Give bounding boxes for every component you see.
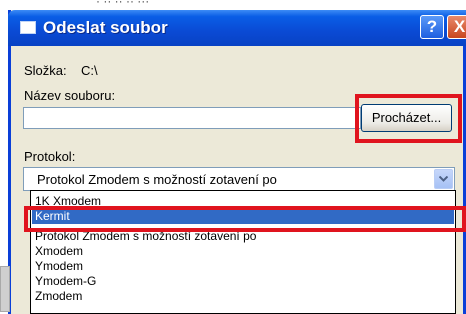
dropdown-option-ymodem-g[interactable]: Ymodem-G [35,274,96,288]
protocol-label: Protokol: [24,149,76,164]
help-button[interactable]: ? [420,15,444,39]
file-name-label: Název souboru: [24,88,116,103]
screenshot: · ·· ·· ·· ··· Odeslat soubor ? X Složka… [0,0,466,314]
kermit-highlight-annotation [24,206,466,232]
chevron-down-icon[interactable] [434,169,453,189]
file-name-input[interactable] [23,107,361,129]
window-icon [20,21,36,34]
close-button[interactable]: X [447,15,466,39]
protocol-selected-value: Protokol Zmodem s možností zotavení po [37,172,277,187]
dialog-title: Odeslat soubor [43,18,168,37]
background-window-text: · ·· ·· ·· ··· [96,0,150,8]
folder-value: C:\ [81,63,98,78]
dropdown-option-xmodem[interactable]: Xmodem [35,244,83,258]
browse-button[interactable]: Procházet... [361,104,452,132]
dropdown-option-ymodem[interactable]: Ymodem [35,259,83,273]
background-window-fragment [0,266,10,312]
title-bar[interactable]: Odeslat soubor ? X [8,10,466,46]
dropdown-option-zmodem[interactable]: Zmodem [35,289,82,303]
folder-label: Složka: [24,63,67,78]
